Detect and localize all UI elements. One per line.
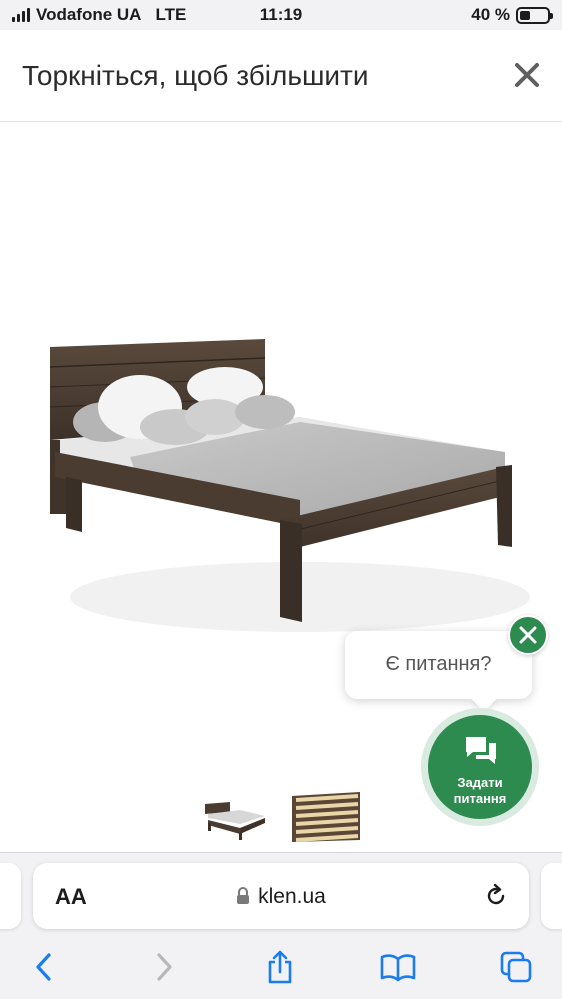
- modal-title: Торкніться, щоб збільшити: [22, 60, 369, 91]
- ask-question-label-line2: питання: [453, 791, 507, 806]
- close-icon[interactable]: [512, 60, 542, 90]
- bookmarks-icon: [380, 954, 416, 982]
- bookmarks-button[interactable]: [376, 947, 420, 987]
- tabs-button[interactable]: [494, 947, 538, 987]
- share-button[interactable]: [258, 947, 302, 987]
- back-button[interactable]: [22, 947, 66, 987]
- chat-prompt-bubble[interactable]: Є питання?: [345, 631, 532, 699]
- chat-close-button[interactable]: [508, 615, 548, 655]
- tabs-icon: [500, 951, 532, 983]
- status-bar: Vodafone UA LTE 11:19 40 %: [0, 0, 562, 30]
- ask-question-button[interactable]: Задати питання: [421, 708, 539, 826]
- battery-group: 40 %: [471, 5, 553, 25]
- chat-icon: [466, 737, 496, 764]
- lock-icon: [237, 887, 250, 904]
- chat-prompt-text: Є питання?: [385, 653, 492, 675]
- reload-icon[interactable]: [483, 883, 509, 909]
- battery-icon: [516, 6, 553, 24]
- ask-question-button-inner: Задати питання: [428, 715, 532, 819]
- browser-toolbar: [0, 937, 562, 999]
- address-field[interactable]: AA klen.ua: [33, 863, 529, 929]
- ask-question-label: Задати питання: [428, 775, 532, 807]
- forward-icon: [157, 953, 172, 981]
- bed-thumbnail-image: [205, 802, 265, 840]
- battery-percent: 40 %: [471, 5, 510, 24]
- url-text: klen.ua: [258, 885, 326, 908]
- modal-header: Торкніться, щоб збільшити: [0, 30, 562, 122]
- ask-question-label-line1: Задати: [457, 775, 503, 790]
- previous-tab-preview[interactable]: [0, 863, 21, 929]
- bed-thumbnail[interactable]: [200, 790, 272, 844]
- browser-address-bar: AA klen.ua: [0, 852, 562, 937]
- slats-thumbnail[interactable]: [290, 790, 362, 844]
- next-tab-preview[interactable]: [541, 863, 562, 929]
- url-display[interactable]: klen.ua: [33, 885, 529, 909]
- close-icon: [519, 626, 537, 644]
- share-icon: [268, 950, 292, 984]
- slats-thumbnail-image: [290, 790, 362, 844]
- forward-button[interactable]: [142, 947, 186, 987]
- back-icon: [36, 953, 51, 981]
- battery-level: [520, 10, 531, 20]
